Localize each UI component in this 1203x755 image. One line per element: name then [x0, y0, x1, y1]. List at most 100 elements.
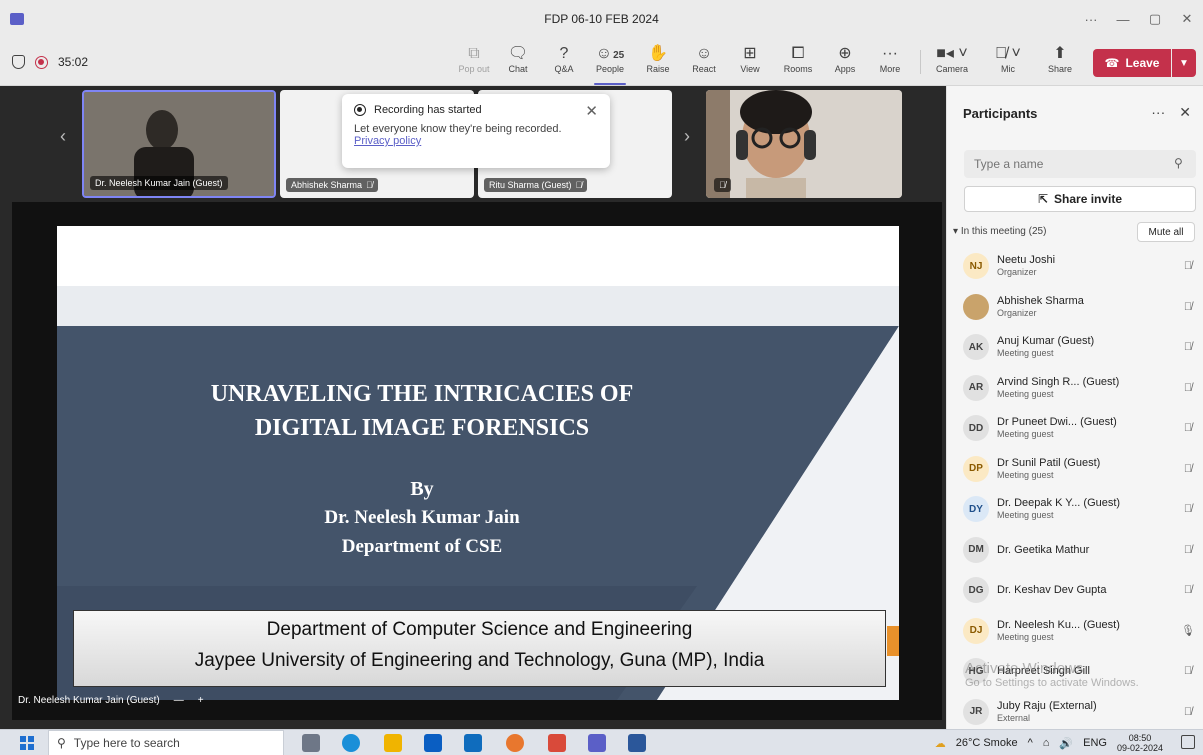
close-icon[interactable]: ✕: [1179, 104, 1191, 121]
mic-off-icon: 🎙̸ ˅: [995, 45, 1021, 62]
avatar: DY: [963, 496, 989, 522]
in-meeting-section[interactable]: ▾ In this meeting (25): [953, 226, 1046, 237]
participant-role: Meeting guest: [997, 631, 1054, 642]
mic-off-icon[interactable]: 🎙̸: [1178, 341, 1198, 353]
pop-out-button[interactable]: ⧉ Pop out: [452, 44, 496, 80]
avatar: [963, 293, 989, 320]
camera-button[interactable]: ■◂ ˅ Camera: [930, 44, 974, 80]
mic-off-icon[interactable]: 🎙̸: [1178, 301, 1198, 313]
participant-role: Meeting guest: [997, 429, 1054, 439]
mic-off-icon[interactable]: 🎙̸: [1178, 665, 1198, 677]
notification-icon[interactable]: [1181, 735, 1195, 749]
participant-search-input[interactable]: [964, 150, 1196, 178]
mic-off-icon[interactable]: 🎙̸: [1178, 260, 1198, 272]
slide-title-line1: UNRAVELING THE INTRICACIES OF: [210, 381, 634, 407]
mic-off-icon: 🎙̸: [575, 180, 583, 190]
thumbnails-next-icon[interactable]: ›: [684, 126, 690, 147]
participant-name: Abhishek Sharma: [997, 294, 1084, 307]
avatar: JR: [963, 698, 989, 725]
leave-button[interactable]: ☎ Leave: [1093, 49, 1171, 77]
participant-row[interactable]: NJ Neetu Joshi Organizer 🎙̸: [963, 246, 1198, 286]
close-icon[interactable]: ✕: [585, 102, 598, 120]
mail-icon[interactable]: [464, 734, 482, 752]
privacy-policy-link[interactable]: Privacy policy: [354, 135, 598, 147]
windows-taskbar: ⚲ Type here to search ☁ 26°C Smoke ^ ⌂ 🔊…: [0, 729, 1203, 755]
participant-name: Anuj Kumar (Guest): [997, 335, 1095, 347]
more-options-icon[interactable]: ···: [1075, 12, 1107, 27]
mic-off-icon[interactable]: 🎙̸: [1178, 463, 1198, 475]
share-button[interactable]: ⬆ Share: [1038, 44, 1082, 80]
mute-all-button[interactable]: Mute all: [1137, 222, 1195, 242]
raise-hand-icon: ✋: [648, 45, 668, 62]
participant-name: Dr. Geetika Mathur: [997, 543, 1090, 556]
react-button[interactable]: ☺ React: [682, 44, 726, 80]
minus-icon[interactable]: —: [174, 695, 184, 706]
participant-name: Juby Raju (External): [997, 699, 1097, 712]
participant-row[interactable]: DP Dr Sunil Patil (Guest) Meeting guest 🎙̸: [963, 449, 1198, 489]
firefox-icon[interactable]: [506, 734, 524, 752]
slide-title-line2: DIGITAL IMAGE FORENSICS: [254, 415, 590, 441]
windows-start-icon[interactable]: [20, 736, 34, 750]
participant-row[interactable]: DY Dr. Deepak K Y... (Guest) Meeting guest…: [963, 489, 1198, 529]
participant-row[interactable]: DD Dr Puneet Dwi... (Guest) Meeting guest 🎙…: [963, 408, 1198, 448]
language-indicator[interactable]: ENG: [1083, 737, 1107, 749]
leave-options-button[interactable]: ▼: [1172, 49, 1196, 77]
apps-button[interactable]: ⊕ Apps: [823, 44, 867, 80]
file-explorer-icon[interactable]: [384, 734, 402, 752]
raise-hand-button[interactable]: ✋ Raise: [636, 44, 680, 80]
mic-off-icon[interactable]: 🎙̸: [1178, 584, 1198, 596]
participant-row[interactable]: JR Juby Raju (External) External 🎙̸: [963, 692, 1198, 732]
panel-more-icon[interactable]: ···: [1151, 104, 1165, 121]
share-invite-button[interactable]: ⇱ Share invite: [964, 186, 1196, 212]
avatar: DP: [963, 455, 989, 482]
participant-row[interactable]: Abhishek Sharma Organizer 🎙̸: [963, 287, 1198, 327]
participant-row[interactable]: AK Anuj Kumar (Guest) Meeting guest 🎙̸: [963, 327, 1198, 367]
brave-icon[interactable]: [548, 734, 566, 752]
view-button[interactable]: ⊞ View: [728, 44, 772, 80]
chat-button[interactable]: 🗨 Chat: [496, 44, 540, 80]
qa-icon: ?: [559, 45, 569, 62]
video-tile-neelesh[interactable]: Dr. Neelesh Kumar Jain (Guest): [82, 90, 276, 198]
mic-off-icon[interactable]: 🎙̸: [1178, 706, 1198, 718]
avatar: NJ: [963, 253, 989, 279]
notification-title: Recording has started: [374, 104, 482, 116]
task-view-icon[interactable]: [302, 734, 320, 752]
video-tile-camera[interactable]: 🎙̸: [706, 90, 902, 198]
participant-row[interactable]: DM Dr. Geetika Mathur 🎙̸: [963, 530, 1198, 570]
clock[interactable]: 08:50 09-02-2024: [1117, 733, 1163, 753]
volume-icon[interactable]: 🔊: [1059, 737, 1073, 750]
mic-button[interactable]: 🎙̸ ˅ Mic: [986, 44, 1030, 80]
taskbar-search[interactable]: ⚲ Type here to search: [48, 730, 284, 755]
participant-row[interactable]: DJ Dr. Neelesh Ku... (Guest) Meeting guest…: [963, 611, 1198, 651]
mic-off-icon[interactable]: 🎙̸: [1178, 503, 1198, 515]
close-window-button[interactable]: ✕: [1171, 11, 1203, 27]
network-icon[interactable]: ⌂: [1043, 737, 1050, 749]
mic-off-icon[interactable]: 🎙̸: [1178, 422, 1198, 434]
participant-row[interactable]: AR Arvind Singh R... (Guest) Meeting guest…: [963, 368, 1198, 408]
teams-icon[interactable]: [588, 734, 606, 752]
share-icon: ⇱: [1037, 192, 1049, 206]
edge-icon[interactable]: [342, 734, 360, 752]
mic-on-icon[interactable]: 🎙: [1178, 624, 1198, 637]
store-icon[interactable]: [424, 734, 442, 752]
qa-button[interactable]: ? Q&A: [542, 44, 586, 80]
thumbnails-prev-icon[interactable]: ‹: [60, 126, 66, 147]
people-button[interactable]: ☺25 People: [588, 44, 632, 85]
mic-off-icon[interactable]: 🎙̸: [1178, 382, 1198, 394]
chevron-down-icon: ▼: [1179, 57, 1189, 69]
participant-row[interactable]: HG Harpreet Singh Gill 🎙̸: [963, 651, 1198, 691]
weather-text[interactable]: 26°C Smoke: [956, 737, 1018, 749]
plus-icon[interactable]: +: [198, 695, 204, 706]
participant-row[interactable]: DG Dr. Keshav Dev Gupta 🎙̸: [963, 570, 1198, 610]
maximize-button[interactable]: ▢: [1139, 11, 1171, 27]
recording-notification: Recording has started Let everyone know …: [342, 94, 610, 168]
tray-chevron-icon[interactable]: ^: [1028, 737, 1033, 749]
word-icon[interactable]: [628, 734, 646, 752]
search-icon: ⚲: [57, 736, 66, 750]
recording-icon: [354, 104, 366, 116]
mic-off-icon[interactable]: 🎙̸: [1178, 544, 1198, 556]
more-button[interactable]: ··· More: [868, 44, 912, 80]
rooms-button[interactable]: ⧠ Rooms: [776, 44, 820, 80]
participants-panel: Participants ··· ✕ ⚲ ⇱ Share invite ▾ In…: [946, 86, 1203, 729]
minimize-button[interactable]: —: [1107, 12, 1139, 27]
